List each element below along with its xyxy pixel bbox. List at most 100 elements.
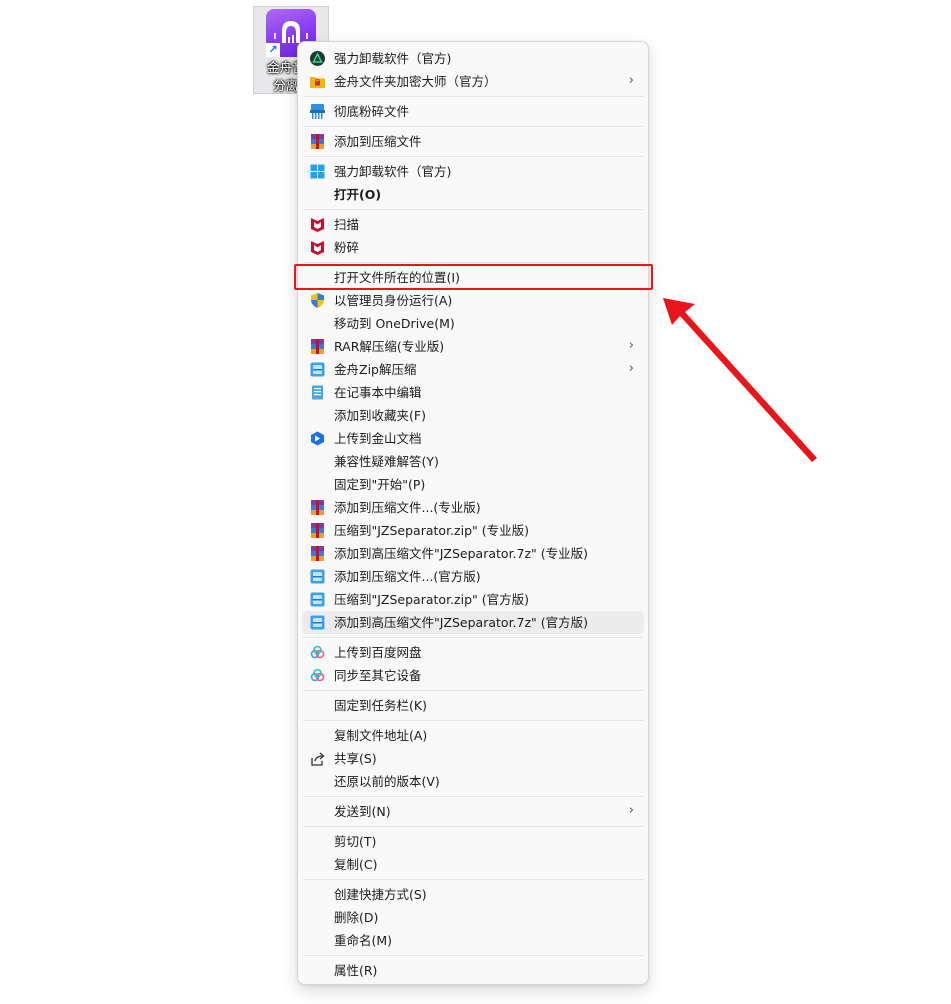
menu-item-pin-to-taskbar[interactable]: 固定到任务栏(K) [302, 694, 644, 717]
menu-separator [303, 826, 643, 827]
share-icon [309, 750, 326, 767]
menu-item-label: 复制(C) [334, 857, 378, 872]
winrar-icon [309, 522, 326, 539]
zip-icon [309, 568, 326, 585]
zip-icon [309, 591, 326, 608]
menu-item-rar-extract[interactable]: RAR解压缩(专业版) › [302, 335, 644, 358]
menu-item-uninstall[interactable]: 强力卸载软件（官方) [302, 47, 644, 70]
menu-item-label: 创建快捷方式(S) [334, 887, 427, 902]
winrar-icon [309, 499, 326, 516]
menu-separator [303, 637, 643, 638]
highlight-annotation-box [294, 264, 653, 290]
chevron-right-icon: › [628, 73, 634, 88]
context-menu: 强力卸载软件（官方) 金舟文件夹加密大师（官方） › 彻底粉碎文件 添加到压缩文… [297, 41, 649, 985]
winrar-icon [309, 338, 326, 355]
menu-item-add-archive-official[interactable]: 添加到压缩文件...(官方版) [302, 565, 644, 588]
notepad-icon [309, 384, 326, 401]
menu-item-edit-in-notepad[interactable]: 在记事本中编辑 [302, 381, 644, 404]
menu-separator [303, 955, 643, 956]
menu-item-label: 添加到压缩文件...(官方版) [334, 569, 481, 584]
menu-item-label: 在记事本中编辑 [334, 385, 422, 400]
kdocs-icon [309, 430, 326, 447]
menu-item-create-shortcut[interactable]: 创建快捷方式(S) [302, 883, 644, 906]
menu-item-label: 金舟Zip解压缩 [334, 362, 417, 377]
shortcut-arrow-icon: ↗ [266, 43, 280, 57]
menu-item-compress-7z-pro[interactable]: 添加到高压缩文件"JZSeparator.7z" (专业版) [302, 542, 644, 565]
menu-item-label: 剪切(T) [334, 834, 377, 849]
red-arrow-annotation-icon [655, 290, 825, 469]
menu-separator [303, 262, 643, 263]
menu-item-restore-versions[interactable]: 还原以前的版本(V) [302, 770, 644, 793]
menu-item-label: 属性(R) [334, 963, 378, 978]
menu-separator [303, 209, 643, 210]
menu-separator [303, 126, 643, 127]
menu-item-label: 删除(D) [334, 910, 379, 925]
menu-item-add-to-favorites[interactable]: 添加到收藏夹(F) [302, 404, 644, 427]
menu-separator [303, 879, 643, 880]
menu-item-label: 打开(O) [334, 187, 382, 202]
chevron-right-icon: › [628, 361, 634, 376]
menu-item-label: 固定到任务栏(K) [334, 698, 427, 713]
menu-item-label: 压缩到"JZSeparator.zip" (专业版) [334, 523, 529, 538]
menu-item-add-to-archive[interactable]: 添加到压缩文件 [302, 130, 644, 153]
menu-item-label: 强力卸载软件（官方) [334, 51, 452, 66]
chevron-right-icon: › [628, 338, 634, 353]
menu-item-label: 以管理员身份运行(A) [334, 293, 453, 308]
menu-item-send-to[interactable]: 发送到(N) › [302, 800, 644, 823]
baidu-cloud-icon [309, 644, 326, 661]
menu-item-label: 固定到"开始"(P) [334, 477, 426, 492]
menu-item-label: 还原以前的版本(V) [334, 774, 440, 789]
uninstall-icon [309, 50, 326, 67]
menu-item-label: 添加到压缩文件...(专业版) [334, 500, 481, 515]
menu-item-copy-file-path[interactable]: 复制文件地址(A) [302, 724, 644, 747]
menu-item-copy[interactable]: 复制(C) [302, 853, 644, 876]
zip-icon [309, 361, 326, 378]
menu-item-compress-7z-official[interactable]: 添加到高压缩文件"JZSeparator.7z" (官方版) [302, 611, 644, 634]
menu-item-compress-zip-pro[interactable]: 压缩到"JZSeparator.zip" (专业版) [302, 519, 644, 542]
menu-separator [303, 796, 643, 797]
menu-item-cut[interactable]: 剪切(T) [302, 830, 644, 853]
menu-item-label: 复制文件地址(A) [334, 728, 428, 743]
menu-item-zip-extract[interactable]: 金舟Zip解压缩 › [302, 358, 644, 381]
menu-item-run-as-admin[interactable]: 以管理员身份运行(A) [302, 289, 644, 312]
menu-item-label: 粉碎 [334, 240, 360, 255]
menu-item-share[interactable]: 共享(S) [302, 747, 644, 770]
menu-item-delete[interactable]: 删除(D) [302, 906, 644, 929]
shield-icon [309, 292, 326, 309]
zip-icon [309, 614, 326, 631]
menu-item-scan[interactable]: 扫描 [302, 213, 644, 236]
menu-item-label: 发送到(N) [334, 804, 391, 819]
windows-icon [309, 163, 326, 180]
menu-item-compatibility-troubleshoot[interactable]: 兼容性疑难解答(Y) [302, 450, 644, 473]
menu-item-upload-kdocs[interactable]: 上传到金山文档 [302, 427, 644, 450]
menu-item-label: 同步至其它设备 [334, 668, 422, 683]
shredder-icon [309, 103, 326, 120]
menu-item-upload-baidu[interactable]: 上传到百度网盘 [302, 641, 644, 664]
menu-item-folder-encrypt[interactable]: 金舟文件夹加密大师（官方） › [302, 70, 644, 93]
menu-item-label: 上传到金山文档 [334, 431, 422, 446]
menu-item-shred-file[interactable]: 彻底粉碎文件 [302, 100, 644, 123]
menu-item-move-to-onedrive[interactable]: 移动到 OneDrive(M) [302, 312, 644, 335]
menu-item-label: 金舟文件夹加密大师（官方） [334, 74, 497, 89]
menu-item-pin-to-start[interactable]: 固定到"开始"(P) [302, 473, 644, 496]
menu-separator [303, 156, 643, 157]
menu-item-label: 添加到高压缩文件"JZSeparator.7z" (专业版) [334, 546, 589, 561]
menu-item-label: 移动到 OneDrive(M) [334, 316, 455, 331]
menu-item-label: 添加到高压缩文件"JZSeparator.7z" (官方版) [334, 615, 589, 630]
menu-item-properties[interactable]: 属性(R) [302, 959, 644, 982]
chevron-right-icon: › [628, 803, 634, 818]
menu-item-compress-zip-official[interactable]: 压缩到"JZSeparator.zip" (官方版) [302, 588, 644, 611]
menu-item-uninstall-windows[interactable]: 强力卸载软件（官方) [302, 160, 644, 183]
menu-item-open[interactable]: 打开(O) [302, 183, 644, 206]
menu-item-rename[interactable]: 重命名(M) [302, 929, 644, 952]
menu-item-label: RAR解压缩(专业版) [334, 339, 445, 354]
menu-item-label: 彻底粉碎文件 [334, 104, 410, 119]
menu-item-sync-devices[interactable]: 同步至其它设备 [302, 664, 644, 687]
menu-separator [303, 720, 643, 721]
menu-item-shred[interactable]: 粉碎 [302, 236, 644, 259]
menu-item-label: 添加到收藏夹(F) [334, 408, 426, 423]
menu-item-label: 共享(S) [334, 751, 377, 766]
baidu-cloud-icon [309, 667, 326, 684]
menu-item-add-archive-pro[interactable]: 添加到压缩文件...(专业版) [302, 496, 644, 519]
menu-item-label: 强力卸载软件（官方) [334, 164, 452, 179]
